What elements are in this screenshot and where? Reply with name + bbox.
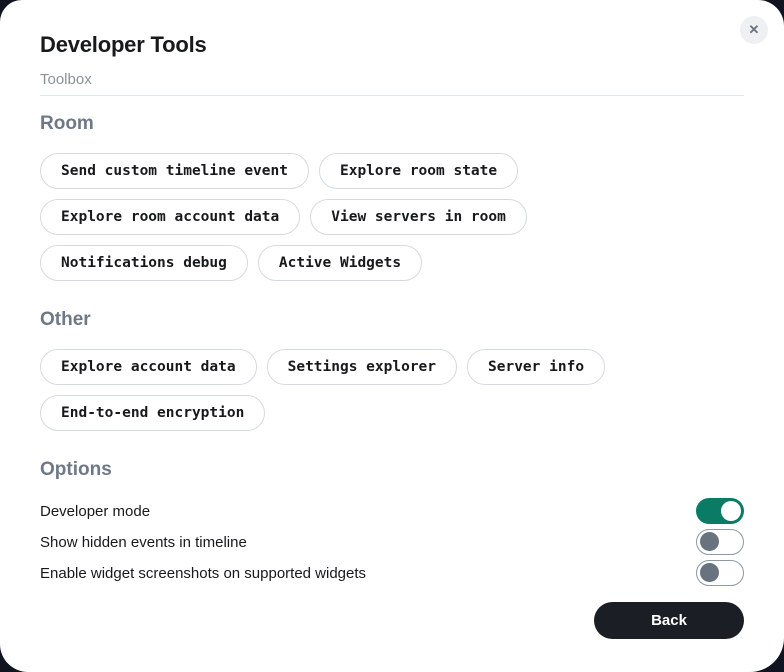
tool-section: Other Explore account data Settings expl…: [40, 308, 744, 431]
toggle-knob: [721, 501, 741, 521]
tool-sections: Room Send custom timeline event Explore …: [40, 96, 744, 431]
section-heading-room: Room: [40, 112, 744, 135]
option-label: Enable widget screenshots on supported w…: [40, 565, 366, 582]
tool-button-row: Send custom timeline event Explore room …: [40, 153, 744, 281]
section-heading-options: Options: [40, 458, 744, 481]
tool-section: Room Send custom timeline event Explore …: [40, 112, 744, 281]
tool-button[interactable]: Send custom timeline event: [40, 153, 309, 189]
option-label: Developer mode: [40, 503, 150, 520]
tool-button[interactable]: Active Widgets: [258, 245, 422, 281]
dialog-footer: Back: [40, 602, 744, 639]
tool-button[interactable]: Settings explorer: [267, 349, 457, 385]
toggle-knob: [700, 563, 719, 582]
option-row: Enable widget screenshots on supported w…: [40, 558, 744, 588]
back-button[interactable]: Back: [594, 602, 744, 639]
close-icon: ✕: [749, 22, 760, 37]
toggle-switch[interactable]: [696, 529, 744, 555]
option-row: Show hidden events in timeline: [40, 527, 744, 557]
section-heading-other: Other: [40, 308, 744, 331]
close-button[interactable]: ✕: [740, 16, 768, 44]
toolbox-breadcrumb: Toolbox: [40, 70, 744, 96]
option-label: Show hidden events in timeline: [40, 534, 247, 551]
toggle-switch[interactable]: [696, 560, 744, 586]
dialog-title: Developer Tools: [40, 32, 744, 58]
options-section: Options Developer mode Show hidden event…: [40, 431, 744, 589]
tool-button[interactable]: End-to-end encryption: [40, 395, 265, 431]
tool-button[interactable]: Server info: [467, 349, 605, 385]
toggle-knob: [700, 532, 719, 551]
developer-tools-dialog: ✕ Developer Tools Toolbox Room Send cust…: [0, 0, 784, 672]
tool-button[interactable]: Explore account data: [40, 349, 257, 385]
tool-button[interactable]: Notifications debug: [40, 245, 248, 281]
option-rows: Developer mode Show hidden events in tim…: [40, 496, 744, 588]
toggle-switch[interactable]: [696, 498, 744, 524]
tool-button[interactable]: Explore room account data: [40, 199, 300, 235]
tool-button[interactable]: View servers in room: [310, 199, 527, 235]
option-row: Developer mode: [40, 496, 744, 526]
tool-button-row: Explore account data Settings explorer S…: [40, 349, 744, 431]
tool-button[interactable]: Explore room state: [319, 153, 518, 189]
